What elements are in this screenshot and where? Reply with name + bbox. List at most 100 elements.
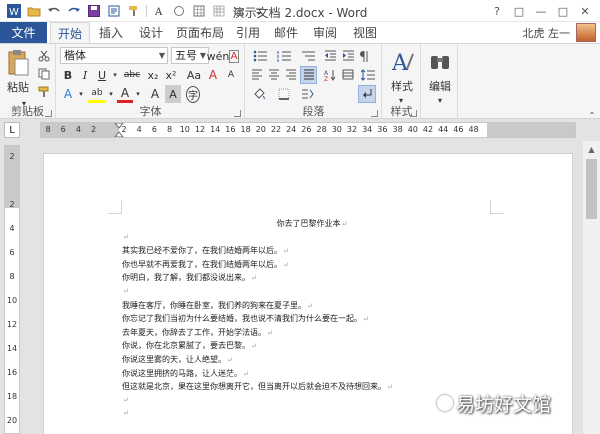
highlight-dropdown-icon[interactable]: ▾ <box>107 85 115 103</box>
underline-dropdown-icon[interactable]: ▾ <box>111 66 119 84</box>
font-color-button[interactable]: A <box>117 85 133 103</box>
distributed-icon[interactable] <box>340 66 356 84</box>
binoculars-icon[interactable] <box>426 48 454 76</box>
paste-icon[interactable] <box>4 48 32 78</box>
document-line[interactable]: 你说这里拥挤的马路，让人迷茫。↵ <box>122 368 502 382</box>
scroll-up-icon[interactable]: ▲ <box>583 141 600 157</box>
line-text: 去年夏天，你辞去了工作，开始学法语。 <box>122 327 266 337</box>
align-left-icon[interactable] <box>249 66 265 84</box>
tab-mailings[interactable]: 邮件 <box>268 22 304 43</box>
document-line[interactable]: ↵ <box>122 286 502 300</box>
indent-marker-icon[interactable] <box>114 123 124 137</box>
line-spacing-icon[interactable] <box>358 66 378 84</box>
clipboard-launcher-icon[interactable] <box>45 110 52 117</box>
horizontal-ruler-row: L 8 6 4 2 2 4 6 8 10 12 14 16 18 20 22 24 26 28 30 32 34 36 38… <box>0 119 600 141</box>
shrink-font-button[interactable]: A <box>223 66 239 84</box>
ruler-tick: 34 <box>362 125 373 134</box>
tab-page-layout[interactable]: 页面布局 <box>172 22 228 43</box>
text-effects-dropdown-icon[interactable]: ▾ <box>77 85 85 103</box>
grow-font-button[interactable]: A <box>205 66 221 84</box>
return-mark-icon[interactable] <box>358 85 376 103</box>
document-line[interactable]: 你忘记了我们当初为什么要结婚，我也说不清我们为什么要在一起。↵ <box>122 313 502 327</box>
document-title[interactable]: 你去了巴黎作业本↵ <box>122 218 502 232</box>
user-name[interactable]: 北虎 左一 <box>523 25 571 41</box>
font-color-dropdown-icon[interactable]: ▾ <box>134 85 142 103</box>
sort-icon[interactable]: AZ <box>322 66 338 84</box>
highlight-button[interactable]: ab <box>88 85 106 103</box>
close-button[interactable]: ✕ <box>574 2 596 20</box>
borders-icon[interactable] <box>273 85 295 103</box>
document-line[interactable]: 但这就是北京，果在这里你想离开它，但当离开以后就会迫不及待想回来。↵ <box>122 381 502 395</box>
ruler-tick: 24 <box>286 125 297 134</box>
multilevel-list-icon[interactable] <box>297 47 319 65</box>
increase-indent-icon[interactable] <box>340 47 356 65</box>
superscript-button[interactable]: x² <box>163 66 179 84</box>
character-border-button[interactable]: A <box>227 47 241 65</box>
tab-review[interactable]: 审阅 <box>306 22 344 43</box>
document-line[interactable]: 你说，你在北京累腻了，要去巴黎。↵ <box>122 340 502 354</box>
enclose-characters-button[interactable]: 字 <box>185 85 201 103</box>
underline-button[interactable]: U <box>94 66 110 84</box>
horizontal-ruler[interactable]: 8 6 4 2 2 4 6 8 10 12 14 16 18 20 22 24 26 28 30 32 34 36 38 40… <box>40 122 576 138</box>
numbering-icon[interactable] <box>273 47 295 65</box>
decrease-indent-icon[interactable] <box>322 47 338 65</box>
show-marks-icon[interactable] <box>356 47 374 65</box>
document-body[interactable]: 你去了巴黎作业本↵ ↵ 其实我已经不爱你了，在我们结婚两年以后。↵ 你也早就不再爱我了… <box>122 218 502 422</box>
chinese-layout-icon[interactable] <box>297 85 319 103</box>
help-button[interactable]: ? <box>486 2 508 20</box>
avatar[interactable] <box>576 23 596 42</box>
font-launcher-icon[interactable] <box>234 110 241 117</box>
editing-dropdown-icon[interactable]: ▾ <box>434 91 446 109</box>
strikethrough-button[interactable]: abc <box>121 66 143 84</box>
paragraph-mark-icon: ↵ <box>123 232 129 241</box>
scroll-thumb[interactable] <box>586 159 597 219</box>
change-case-button[interactable]: Aa <box>185 66 203 84</box>
maximize-button[interactable]: □ <box>552 2 574 20</box>
copy-icon[interactable] <box>36 65 52 83</box>
document-line[interactable]: 其实我已经不爱你了，在我们结婚两年以后。↵ <box>122 245 502 259</box>
shading-icon[interactable] <box>249 85 271 103</box>
phonetic-guide-button[interactable]: wén <box>207 47 230 65</box>
document-line[interactable]: 我睡在客厅，你睡在卧室，我们养的狗来在夏子里。↵ <box>122 300 502 314</box>
paragraph-mark-icon: ↵ <box>123 409 129 418</box>
justify-icon[interactable] <box>300 66 317 84</box>
ruler-tick: 8 <box>45 125 51 134</box>
clear-format-button[interactable]: A <box>147 85 163 103</box>
format-painter-icon[interactable] <box>36 83 52 101</box>
tab-references[interactable]: 引用 <box>230 22 266 43</box>
document-line[interactable]: 去年夏天，你辞去了工作，开始学法语。↵ <box>122 327 502 341</box>
document-line[interactable]: 你也早就不再爱我了，在我们结婚两年以后。↵ <box>122 259 502 273</box>
vertical-ruler[interactable]: 2 2 4 6 8 10 12 14 16 18 20 <box>4 145 20 434</box>
vertical-scrollbar[interactable]: ▲ <box>583 141 600 434</box>
align-right-icon[interactable] <box>283 66 299 84</box>
document-line[interactable]: ↵ <box>122 232 502 246</box>
cut-icon[interactable] <box>36 47 52 65</box>
font-name-select[interactable]: 楷体 ▼ <box>60 47 168 64</box>
paragraph-launcher-icon[interactable] <box>371 110 378 117</box>
ribbon-display-button[interactable]: □ <box>508 2 530 20</box>
tab-insert[interactable]: 插入 <box>92 22 130 43</box>
tab-design[interactable]: 设计 <box>132 22 170 43</box>
minimize-button[interactable]: — <box>530 2 552 20</box>
tab-selector[interactable]: L <box>4 122 20 138</box>
tab-view[interactable]: 视图 <box>346 22 384 43</box>
tab-file[interactable]: 文件 <box>0 22 47 43</box>
bold-button[interactable]: B <box>60 66 76 84</box>
styles-icon[interactable]: A <box>387 48 417 76</box>
document-line[interactable]: 你明白，我了解，我们都没说出来。↵ <box>122 272 502 286</box>
paragraph-mark-icon: ↵ <box>243 369 249 378</box>
italic-button[interactable]: I <box>77 66 93 84</box>
chevron-down-icon: ▼ <box>199 51 206 60</box>
font-size-select[interactable]: 五号 ▼ <box>171 47 209 64</box>
tab-home[interactable]: 开始 <box>50 22 90 44</box>
align-center-icon[interactable] <box>266 66 282 84</box>
vruler-tick: 2 <box>9 152 15 161</box>
document-line[interactable]: 你说这里雾的天，让人绝望。↵ <box>122 354 502 368</box>
line-text: 你去了巴黎作业本 <box>276 219 341 228</box>
styles-launcher-icon[interactable] <box>410 110 417 117</box>
paragraph-mark-icon: ↵ <box>341 220 348 228</box>
subscript-button[interactable]: x₂ <box>145 66 161 84</box>
character-shading-button[interactable]: A <box>165 85 181 103</box>
text-effects-button[interactable]: A <box>60 85 76 103</box>
bullets-icon[interactable] <box>249 47 271 65</box>
